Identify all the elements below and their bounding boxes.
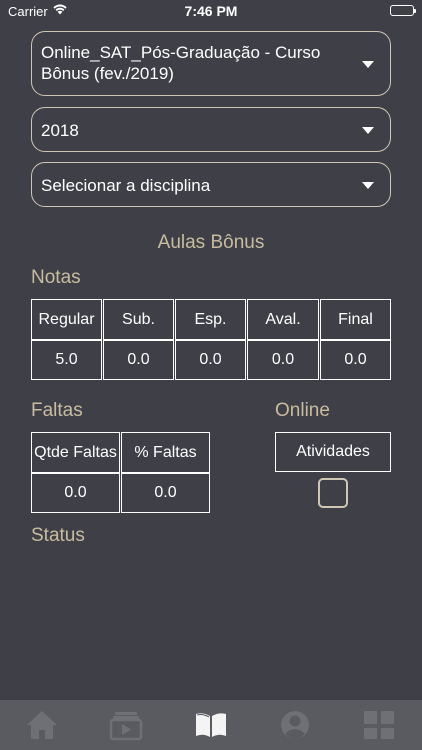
notas-value-final: 0.0 <box>320 340 391 380</box>
notas-header-regular: Regular <box>31 299 102 340</box>
online-title: Online <box>275 400 330 421</box>
notas-header-aval: Aval. <box>247 299 319 340</box>
discipline-select-value: Selecionar a disciplina <box>41 176 211 195</box>
year-select-value: 2018 <box>41 121 79 140</box>
faltas-header-qtde: Qtde Faltas <box>31 432 120 473</box>
home-icon <box>27 711 57 739</box>
faltas-header-percent: % Faltas <box>121 432 210 473</box>
online-header-atividades: Atividades <box>275 432 391 472</box>
course-select-value: Online_SAT_Pós-Graduação - Curso Bônus (… <box>41 43 321 83</box>
notas-value-esp: 0.0 <box>175 340 246 380</box>
notas-value-sub: 0.0 <box>103 340 174 380</box>
notas-value-aval: 0.0 <box>247 340 319 380</box>
tab-home[interactable] <box>25 709 59 741</box>
faltas-title: Faltas <box>31 400 83 421</box>
year-select[interactable]: 2018 <box>31 107 391 152</box>
tab-menu[interactable] <box>362 709 396 741</box>
notas-header-sub: Sub. <box>103 299 174 340</box>
notas-header-esp: Esp. <box>175 299 246 340</box>
videos-icon <box>109 712 143 741</box>
chevron-down-icon <box>362 181 374 189</box>
tab-videos[interactable] <box>109 709 143 741</box>
chevron-down-icon <box>362 126 374 134</box>
page-title: Aulas Bônus <box>157 232 265 253</box>
profile-icon <box>281 711 309 739</box>
faltas-value-percent: 0.0 <box>121 473 210 513</box>
atividades-checkbox[interactable] <box>318 478 348 508</box>
clock: 7:46 PM <box>184 3 238 19</box>
chevron-down-icon <box>362 60 374 68</box>
book-icon <box>196 713 226 737</box>
tab-profile[interactable] <box>278 709 312 741</box>
notas-title: Notas <box>31 267 81 288</box>
discipline-select[interactable]: Selecionar a disciplina <box>31 162 391 207</box>
course-select[interactable]: Online_SAT_Pós-Graduação - Curso Bônus (… <box>31 31 391 96</box>
menu-grid-icon <box>364 711 394 739</box>
status-bar: Carrier 7:46 PM <box>0 0 422 22</box>
tab-bar <box>0 700 422 750</box>
status-title: Status <box>31 525 85 546</box>
notas-header-final: Final <box>320 299 391 340</box>
faltas-value-qtde: 0.0 <box>31 473 120 513</box>
battery-icon <box>390 5 416 16</box>
tab-book[interactable] <box>194 709 228 741</box>
notas-value-regular: 5.0 <box>31 340 102 380</box>
